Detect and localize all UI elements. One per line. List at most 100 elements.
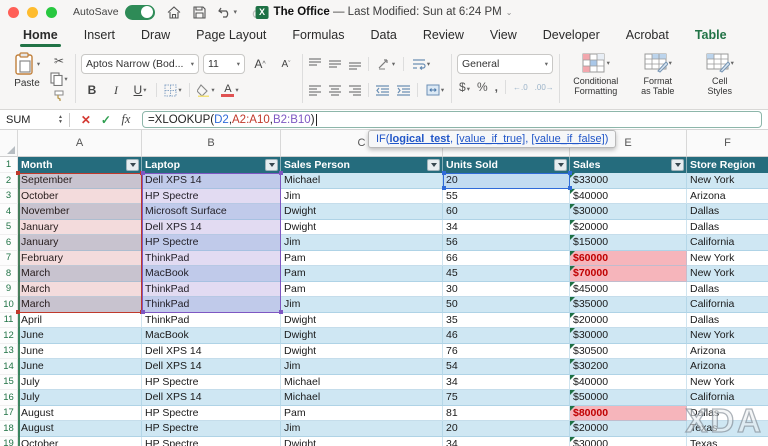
- name-box-stepper[interactable]: ▲▼: [58, 115, 63, 125]
- table-cell[interactable]: Dwight: [281, 328, 443, 344]
- filter-dropdown-icon[interactable]: [126, 159, 139, 171]
- table-cell[interactable]: 45: [443, 266, 570, 282]
- column-header-A[interactable]: A: [18, 130, 142, 157]
- table-cell[interactable]: New York: [687, 251, 768, 267]
- row-header[interactable]: 15: [0, 375, 18, 391]
- title-dropdown-chevron[interactable]: ⌄: [506, 8, 513, 17]
- table-cell[interactable]: 81: [443, 406, 570, 422]
- table-cell[interactable]: 55: [443, 189, 570, 205]
- conditional-formatting-button[interactable]: ▾ ConditionalFormatting: [565, 50, 627, 107]
- table-cell[interactable]: HP Spectre: [142, 375, 281, 391]
- row-header[interactable]: 5: [0, 220, 18, 236]
- table-cell[interactable]: March: [18, 297, 142, 313]
- table-cell[interactable]: 76: [443, 344, 570, 360]
- table-header-sales-person[interactable]: Sales Person: [281, 157, 443, 173]
- table-cell[interactable]: ThinkPad: [142, 297, 281, 313]
- align-center-icon[interactable]: [328, 84, 342, 96]
- table-cell[interactable]: Arizona: [687, 359, 768, 375]
- table-cell[interactable]: $30200: [570, 359, 687, 375]
- row-header[interactable]: 1: [0, 157, 18, 173]
- table-cell[interactable]: $30000: [570, 437, 687, 446]
- row-header[interactable]: 12: [0, 328, 18, 344]
- table-cell[interactable]: $20000: [570, 313, 687, 329]
- paste-dropdown-chevron[interactable]: ▾: [37, 60, 40, 68]
- table-cell[interactable]: March: [18, 266, 142, 282]
- table-cell[interactable]: $45000: [570, 282, 687, 298]
- table-cell[interactable]: $35000: [570, 297, 687, 313]
- table-cell[interactable]: $15000: [570, 235, 687, 251]
- table-cell[interactable]: March: [18, 282, 142, 298]
- table-header-month[interactable]: Month: [18, 157, 142, 173]
- table-cell[interactable]: Jim: [281, 297, 443, 313]
- table-cell[interactable]: $30000: [570, 204, 687, 220]
- table-cell[interactable]: Michael: [281, 173, 443, 189]
- table-cell[interactable]: 56: [443, 235, 570, 251]
- font-color-icon[interactable]: A ▾: [219, 80, 241, 100]
- row-header[interactable]: 6: [0, 235, 18, 251]
- table-cell[interactable]: Arizona: [687, 344, 768, 360]
- table-header-units-sold[interactable]: Units Sold: [443, 157, 570, 173]
- close-window-button[interactable]: [8, 7, 19, 18]
- table-cell[interactable]: July: [18, 390, 142, 406]
- table-cell[interactable]: Michael: [281, 390, 443, 406]
- home-icon[interactable]: [167, 6, 181, 19]
- table-cell[interactable]: 20: [443, 421, 570, 437]
- table-cell[interactable]: Dwight: [281, 437, 443, 446]
- table-cell[interactable]: 60: [443, 204, 570, 220]
- table-cell[interactable]: HP Spectre: [142, 235, 281, 251]
- comma-format-icon[interactable]: ,: [495, 80, 498, 94]
- table-cell[interactable]: 35: [443, 313, 570, 329]
- table-cell[interactable]: 50: [443, 297, 570, 313]
- decrease-indent-icon[interactable]: [375, 84, 390, 96]
- tab-table[interactable]: Table: [682, 25, 740, 47]
- copy-icon[interactable]: ▾: [48, 70, 70, 88]
- undo-dropdown-chevron[interactable]: ▾: [234, 8, 238, 16]
- tab-home[interactable]: Home: [10, 25, 71, 47]
- table-cell[interactable]: $20000: [570, 220, 687, 236]
- tab-developer[interactable]: Developer: [530, 25, 613, 47]
- table-cell[interactable]: ThinkPad: [142, 282, 281, 298]
- grow-font-icon[interactable]: A^: [249, 54, 271, 74]
- table-cell[interactable]: Pam: [281, 266, 443, 282]
- tab-page-layout[interactable]: Page Layout: [183, 25, 279, 47]
- table-cell[interactable]: Dell XPS 14: [142, 390, 281, 406]
- table-cell[interactable]: Arizona: [687, 189, 768, 205]
- table-cell[interactable]: $30000: [570, 328, 687, 344]
- table-cell[interactable]: New York: [687, 173, 768, 189]
- table-cell[interactable]: Jim: [281, 421, 443, 437]
- number-format-select[interactable]: General▾: [457, 54, 553, 74]
- table-cell[interactable]: Jim: [281, 235, 443, 251]
- table-cell[interactable]: Dallas: [687, 220, 768, 236]
- table-cell[interactable]: Pam: [281, 282, 443, 298]
- row-header[interactable]: 18: [0, 421, 18, 437]
- table-cell[interactable]: 54: [443, 359, 570, 375]
- name-box[interactable]: SUM: [0, 114, 58, 126]
- table-cell[interactable]: Dwight: [281, 313, 443, 329]
- filter-dropdown-icon[interactable]: [427, 159, 440, 171]
- align-bottom-icon[interactable]: [348, 58, 362, 70]
- zoom-window-button[interactable]: [46, 7, 57, 18]
- currency-format-icon[interactable]: $▾: [459, 80, 470, 94]
- tab-acrobat[interactable]: Acrobat: [613, 25, 682, 47]
- table-cell[interactable]: October: [18, 189, 142, 205]
- decrease-decimal-icon[interactable]: .00→: [535, 83, 554, 92]
- percent-format-icon[interactable]: %: [477, 80, 488, 94]
- table-cell[interactable]: June: [18, 359, 142, 375]
- row-header[interactable]: 17: [0, 406, 18, 422]
- cell-styles-button[interactable]: ▾ CellStyles: [689, 50, 751, 107]
- table-cell[interactable]: November: [18, 204, 142, 220]
- table-cell[interactable]: $80000: [570, 406, 687, 422]
- filter-dropdown-icon[interactable]: [671, 159, 684, 171]
- table-cell[interactable]: June: [18, 328, 142, 344]
- table-cell[interactable]: Dwight: [281, 204, 443, 220]
- table-header-sales[interactable]: Sales: [570, 157, 687, 173]
- autosave-toggle[interactable]: [125, 5, 155, 20]
- row-header[interactable]: 4: [0, 204, 18, 220]
- table-cell[interactable]: 34: [443, 220, 570, 236]
- font-size-select[interactable]: 11▾: [203, 54, 245, 74]
- merge-center-icon[interactable]: ▾: [424, 80, 446, 100]
- cancel-entry-icon[interactable]: ✕: [76, 113, 96, 127]
- select-all-corner[interactable]: [0, 130, 18, 157]
- table-cell[interactable]: January: [18, 220, 142, 236]
- orientation-icon[interactable]: ▾: [375, 54, 397, 74]
